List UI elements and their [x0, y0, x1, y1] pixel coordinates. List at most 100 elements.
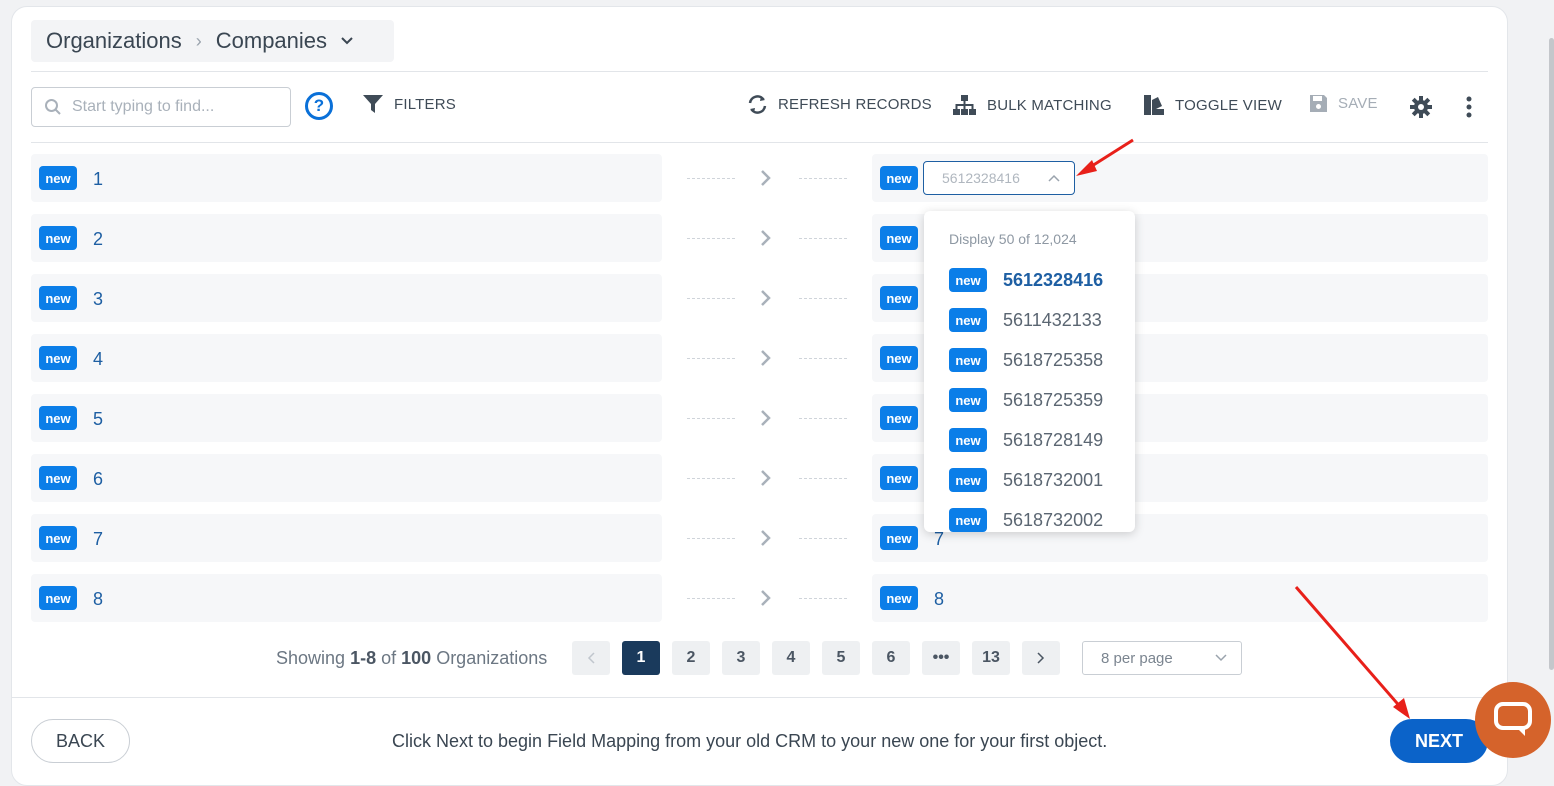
chevron-right-icon	[761, 230, 771, 246]
new-badge: new	[39, 346, 77, 370]
new-badge: new	[949, 508, 987, 532]
footer-divider	[11, 697, 1508, 698]
new-badge: new	[949, 268, 987, 292]
more-vertical-icon[interactable]	[1466, 96, 1472, 118]
source-record-label[interactable]: 2	[93, 229, 103, 250]
source-record-label[interactable]: 8	[93, 589, 103, 610]
bulk-matching-button[interactable]: BULK MATCHING	[952, 94, 1112, 116]
source-record[interactable]	[31, 274, 662, 322]
toggle-view-button[interactable]: TOGGLE VIEW	[1143, 94, 1282, 116]
chat-launcher[interactable]	[1475, 682, 1551, 758]
source-record[interactable]	[31, 454, 662, 502]
new-badge: new	[949, 388, 987, 412]
connector-line	[799, 538, 847, 539]
toggle-view-label: TOGGLE VIEW	[1175, 96, 1282, 114]
new-badge: new	[880, 526, 918, 550]
page-button[interactable]: 4	[772, 641, 810, 675]
new-badge: new	[880, 586, 918, 610]
dropdown-option[interactable]: new 5611432133	[949, 307, 1102, 333]
new-badge: new	[949, 428, 987, 452]
new-badge: new	[39, 406, 77, 430]
dropdown-option-label: 5618725358	[1003, 349, 1104, 370]
connector-line	[799, 178, 847, 179]
connector-line	[687, 478, 735, 479]
dropdown-header: Display 50 of 12,024	[949, 231, 1077, 247]
filter-icon	[363, 95, 383, 113]
source-record[interactable]	[31, 214, 662, 262]
target-record-label[interactable]: 7	[934, 529, 944, 550]
new-badge: new	[880, 346, 918, 370]
back-button[interactable]: BACK	[31, 719, 130, 763]
page-button[interactable]: 6	[872, 641, 910, 675]
source-record-label[interactable]: 4	[93, 349, 103, 370]
dropdown-option-label: 5618725359	[1003, 389, 1104, 410]
chat-bubble-icon	[1494, 702, 1532, 736]
breadcrumb: Organizations › Companies	[31, 20, 394, 62]
page-button[interactable]: 3	[722, 641, 760, 675]
connector-line	[799, 298, 847, 299]
scrollbar[interactable]	[1549, 38, 1554, 670]
chevron-right-icon	[761, 590, 771, 606]
floppy-disk-icon	[1310, 95, 1327, 112]
refresh-records-button[interactable]: REFRESH RECORDS	[747, 94, 932, 115]
breadcrumb-current[interactable]: Companies	[216, 28, 327, 54]
source-record-label[interactable]: 3	[93, 289, 103, 310]
dropdown-option-label: 5612328416	[1003, 269, 1104, 290]
dropdown-option[interactable]: new 5618732002	[949, 507, 1103, 532]
dropdown-option-label: 5611432133	[1003, 309, 1102, 330]
bulk-matching-label: BULK MATCHING	[987, 96, 1112, 114]
match-dropdown: Display 50 of 12,024 new 5612328416 new 561…	[924, 211, 1135, 532]
source-record[interactable]	[31, 574, 662, 622]
chevron-right-icon	[761, 170, 771, 186]
page-button[interactable]: 13	[972, 641, 1010, 675]
per-page-select[interactable]: 8 per page	[1082, 641, 1242, 675]
chevron-down-icon[interactable]	[341, 35, 353, 47]
dropdown-option[interactable]: new 5618725359	[949, 387, 1103, 413]
dropdown-option[interactable]: new 5618728149	[949, 427, 1103, 453]
page-button[interactable]: •••	[922, 641, 960, 675]
new-badge: new	[39, 286, 77, 310]
source-record[interactable]	[31, 514, 662, 562]
chevron-right-icon	[761, 410, 771, 426]
filters-button[interactable]: FILTERS	[362, 94, 456, 114]
source-record-label[interactable]: 7	[93, 529, 103, 550]
source-record[interactable]	[31, 334, 662, 382]
source-record-label[interactable]: 6	[93, 469, 103, 490]
dropdown-option-label: 5618732002	[1003, 509, 1104, 530]
page-button[interactable]: 1	[622, 641, 660, 675]
target-record[interactable]	[872, 574, 1488, 622]
connector-line	[799, 598, 847, 599]
page-button[interactable]: 5	[822, 641, 860, 675]
dropdown-option-label: 5618732001	[1003, 469, 1104, 490]
search-input[interactable]	[72, 98, 272, 116]
divider	[31, 142, 1488, 143]
source-record-label[interactable]: 5	[93, 409, 103, 430]
dropdown-option[interactable]: new 5618725358	[949, 347, 1103, 373]
source-record[interactable]	[31, 154, 662, 202]
page-button[interactable]: 2	[672, 641, 710, 675]
next-button[interactable]: NEXT	[1390, 719, 1488, 763]
gear-icon[interactable]	[1410, 96, 1432, 118]
chevron-right-icon	[1037, 652, 1045, 664]
new-badge: new	[880, 226, 918, 250]
help-icon[interactable]: ?	[305, 92, 333, 120]
new-badge: new	[949, 468, 987, 492]
next-page-button[interactable]	[1022, 641, 1060, 675]
dropdown-option[interactable]: new 5612328416	[949, 267, 1103, 293]
source-record[interactable]	[31, 394, 662, 442]
search-box[interactable]	[31, 87, 291, 127]
dropdown-option[interactable]: new 5618732001	[949, 467, 1103, 493]
breadcrumb-root[interactable]: Organizations	[46, 28, 182, 54]
footer-instructions: Click Next to begin Field Mapping from y…	[392, 731, 1108, 751]
match-select[interactable]: 5612328416	[923, 161, 1075, 195]
chevron-right-icon	[761, 350, 771, 366]
new-badge: new	[880, 166, 918, 190]
connector-line	[687, 358, 735, 359]
dropdown-option-label: 5618728149	[1003, 429, 1104, 450]
refresh-label: REFRESH RECORDS	[778, 96, 932, 113]
save-button[interactable]: SAVE	[1309, 94, 1378, 113]
target-record-label[interactable]: 8	[934, 589, 944, 610]
chevron-right-icon	[761, 470, 771, 486]
source-record-label[interactable]: 1	[93, 169, 103, 190]
prev-page-button[interactable]	[572, 641, 610, 675]
